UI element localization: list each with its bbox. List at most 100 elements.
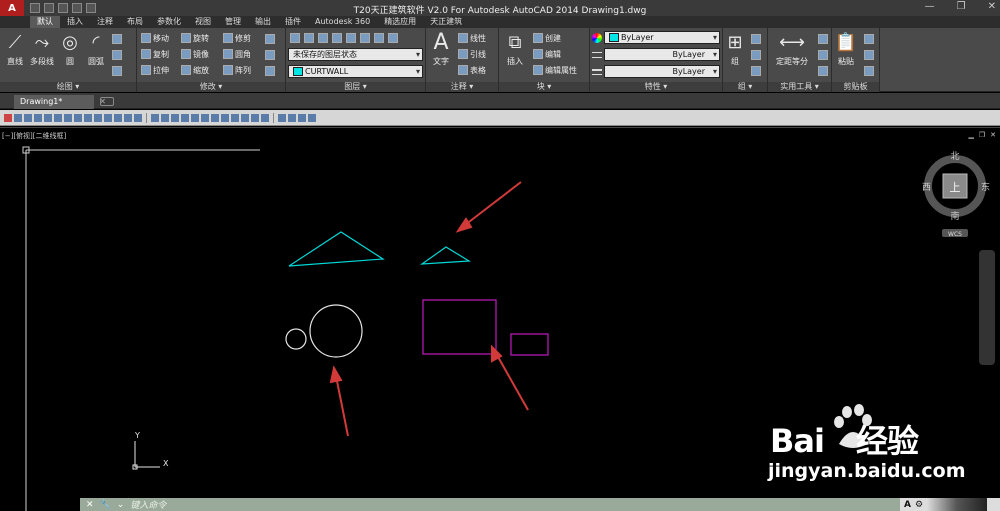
tool-icon[interactable] <box>114 113 122 122</box>
tab-annotate[interactable]: 注释 <box>90 16 120 28</box>
tool-icon[interactable] <box>134 113 142 122</box>
layer-previous-icon[interactable] <box>374 33 384 43</box>
tool-icon[interactable] <box>24 113 32 122</box>
tool-icon[interactable] <box>14 113 22 122</box>
linear-dim-button[interactable]: 线性 <box>458 31 486 45</box>
tool-icon[interactable] <box>161 113 169 122</box>
small-circle[interactable] <box>285 328 307 350</box>
move-button[interactable]: 移动 <box>141 31 169 45</box>
layer-match-icon[interactable] <box>360 33 370 43</box>
scale-button[interactable]: 缩放 <box>181 63 209 77</box>
group-edit-button[interactable] <box>751 48 761 62</box>
offset-button[interactable] <box>265 64 275 78</box>
tab-insert[interactable]: 插入 <box>60 16 90 28</box>
layers-panel-title[interactable]: 图层 ▾ <box>286 82 425 92</box>
rectangle-button[interactable] <box>112 32 122 46</box>
tool-icon[interactable] <box>221 113 229 122</box>
tool-icon[interactable] <box>44 113 52 122</box>
ungroup-button[interactable] <box>751 32 761 46</box>
hatch-button[interactable] <box>112 64 122 78</box>
customize-icon[interactable]: 🔧 <box>100 500 111 510</box>
tool-icon[interactable] <box>94 113 102 122</box>
tool-icon[interactable] <box>151 113 159 122</box>
tool-icon[interactable] <box>181 113 189 122</box>
paste-button[interactable]: 📋 粘贴 <box>834 30 858 67</box>
tool-icon[interactable] <box>124 113 132 122</box>
leader-button[interactable]: 引线 <box>458 47 486 61</box>
tab-home[interactable]: 默认 <box>30 16 60 28</box>
measure-button[interactable]: ⟷ 定距等分 <box>770 30 814 67</box>
match-prop-button[interactable] <box>864 64 874 78</box>
tool-icon[interactable] <box>74 113 82 122</box>
text-button[interactable]: A 文字 <box>427 30 455 67</box>
command-input[interactable]: 键入命令 <box>130 498 166 511</box>
tool-icon[interactable] <box>241 113 249 122</box>
polyline-button[interactable]: ⤳ 多段线 <box>27 30 57 67</box>
tool-icon[interactable] <box>54 113 62 122</box>
tool-icon[interactable] <box>104 113 112 122</box>
layer-lock-icon[interactable] <box>346 33 356 43</box>
lineweight-dropdown[interactable]: ByLayer <box>604 65 720 78</box>
tool-icon[interactable] <box>191 113 199 122</box>
restore-button[interactable]: ❐ <box>957 1 966 12</box>
layer-dropdown[interactable]: CURTWALL <box>288 65 423 78</box>
new-tab-icon[interactable] <box>100 97 114 106</box>
draw-panel-title[interactable]: 绘图 ▾ <box>0 82 136 92</box>
annotation-scale[interactable]: A <box>904 500 911 510</box>
color-dropdown[interactable]: ByLayer <box>604 31 720 44</box>
viewport-controls-label[interactable]: [−][俯视][二维线框] <box>2 131 66 141</box>
groups-panel-title[interactable]: 组 ▾ <box>723 82 767 92</box>
linetype-dropdown[interactable]: ByLayer <box>604 48 720 61</box>
gear-icon[interactable]: ⚙ <box>915 500 923 510</box>
trim-button[interactable]: 修剪 <box>223 31 251 45</box>
tab-output[interactable]: 输出 <box>248 16 278 28</box>
tab-parametric[interactable]: 参数化 <box>150 16 188 28</box>
tab-tangent[interactable]: 天正建筑 <box>423 16 469 28</box>
edit-attributes-button[interactable]: 编辑属性 <box>533 63 577 77</box>
create-block-button[interactable]: 创建 <box>533 31 561 45</box>
compass-south[interactable]: 南 <box>950 210 959 222</box>
circle-button[interactable]: ◎ 圆 <box>56 30 84 67</box>
layer-isolate-icon[interactable] <box>318 33 328 43</box>
layer-properties-icon[interactable] <box>290 33 300 43</box>
viewport-close-icon[interactable]: ✕ <box>990 131 996 139</box>
util-tool-2[interactable] <box>818 48 828 62</box>
layer-freeze-icon[interactable] <box>332 33 342 43</box>
tab-autodesk360[interactable]: Autodesk 360 <box>308 16 377 28</box>
tool-icon[interactable] <box>34 113 42 122</box>
fillet-button[interactable]: 圆角 <box>223 47 251 61</box>
block-panel-title[interactable]: 块 ▾ <box>499 82 589 92</box>
large-circle[interactable] <box>309 304 363 358</box>
line-button[interactable]: ⟋ 直线 <box>1 30 29 67</box>
table-button[interactable]: 表格 <box>458 63 486 77</box>
tool-icon[interactable] <box>298 113 306 122</box>
erase-button[interactable] <box>265 32 275 46</box>
small-rectangle[interactable] <box>510 333 549 356</box>
rotate-button[interactable]: 旋转 <box>181 31 209 45</box>
copy-button[interactable]: 复制 <box>141 47 169 61</box>
tool-icon[interactable] <box>201 113 209 122</box>
properties-panel-title[interactable]: 特性 ▾ <box>590 82 722 92</box>
insert-block-button[interactable]: ⧉ 插入 <box>501 30 529 67</box>
tool-icon[interactable] <box>308 113 316 122</box>
group-button[interactable]: ⊞ 组 <box>724 30 746 67</box>
recent-commands-icon[interactable]: ⌄ <box>117 500 125 510</box>
tool-icon[interactable] <box>231 113 239 122</box>
tool-icon[interactable] <box>288 113 296 122</box>
layer-off-icon[interactable] <box>304 33 314 43</box>
compass-north[interactable]: 北 <box>950 151 959 162</box>
copy-clip-button[interactable] <box>864 48 874 62</box>
arc-button[interactable]: ◜ 圆弧 <box>82 30 110 67</box>
viewport-restore-icon[interactable]: ❐ <box>979 131 985 139</box>
large-rectangle[interactable] <box>422 299 497 355</box>
tab-view[interactable]: 视图 <box>188 16 218 28</box>
compass-east[interactable]: 东 <box>981 181 990 193</box>
tool-icon[interactable] <box>261 113 269 122</box>
util-tool-1[interactable] <box>818 32 828 46</box>
explode-button[interactable] <box>265 48 275 62</box>
ellipse-button[interactable] <box>112 48 122 62</box>
tool-icon[interactable] <box>64 113 72 122</box>
file-tab-drawing1[interactable]: Drawing1* ✕ <box>14 95 106 109</box>
tool-icon[interactable] <box>171 113 179 122</box>
large-triangle[interactable] <box>288 231 385 267</box>
